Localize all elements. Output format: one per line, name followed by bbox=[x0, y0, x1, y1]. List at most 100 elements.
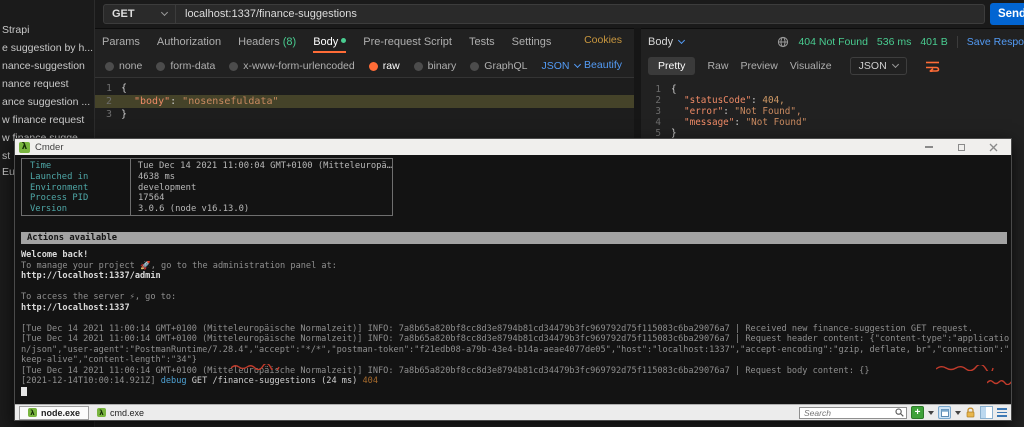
info-value: 3.0.6 (node v16.13.0) bbox=[138, 204, 250, 215]
tab-preview[interactable]: Preview bbox=[740, 60, 777, 72]
lock-icon[interactable] bbox=[965, 407, 976, 418]
line-number: 1 bbox=[105, 83, 112, 94]
log-message: GET /finance-suggestions (24 ms) bbox=[186, 376, 363, 386]
code-token: : bbox=[170, 96, 183, 107]
console-tab-node[interactable]: λ node.exe bbox=[19, 405, 90, 420]
body-modified-dot-icon bbox=[341, 38, 347, 43]
radio-icon bbox=[156, 61, 166, 71]
red-annotation-squiggle bbox=[987, 380, 1011, 385]
mode-form-data[interactable]: form-data bbox=[156, 60, 215, 72]
red-annotation-squiggle bbox=[936, 365, 994, 371]
table-column-divider bbox=[130, 159, 131, 215]
mode-none-label: none bbox=[119, 60, 143, 72]
window-mode-dropdown-icon[interactable] bbox=[955, 410, 961, 415]
red-annotation-squiggle bbox=[231, 364, 280, 370]
body-mode-selector: none form-data x-www-form-urlencoded raw… bbox=[105, 58, 581, 74]
cmder-lambda-icon: λ bbox=[19, 141, 30, 153]
response-body-select[interactable]: Body bbox=[648, 36, 686, 48]
tab-headers[interactable]: Headers (8) bbox=[238, 36, 296, 48]
tab-raw[interactable]: Raw bbox=[707, 60, 728, 72]
toggle-panel-button[interactable] bbox=[980, 406, 993, 419]
url-input[interactable]: localhost:1337/finance-suggestions bbox=[176, 8, 984, 20]
maximize-icon bbox=[957, 143, 965, 151]
terminal-line: Welcome back! bbox=[21, 250, 89, 260]
radio-icon bbox=[470, 61, 480, 71]
maximize-button[interactable] bbox=[955, 141, 967, 153]
panel-divider[interactable] bbox=[634, 28, 641, 138]
close-button[interactable] bbox=[987, 141, 999, 153]
console-tab-cmd[interactable]: λ cmd.exe bbox=[89, 406, 152, 420]
tab-settings[interactable]: Settings bbox=[512, 36, 552, 48]
method-select[interactable]: GET bbox=[104, 5, 176, 23]
actions-available-bar: Actions available bbox=[21, 232, 1007, 244]
search-box[interactable] bbox=[799, 406, 907, 419]
terminal-line: To access the server ⚡, go to: bbox=[21, 292, 177, 302]
mode-graphql[interactable]: GraphQL bbox=[470, 60, 527, 72]
globe-icon bbox=[778, 36, 789, 48]
raw-language-select[interactable]: JSON bbox=[541, 60, 581, 72]
panel-half-icon bbox=[981, 407, 986, 418]
response-size-badge[interactable]: 401 B bbox=[920, 36, 947, 48]
cookies-link[interactable]: Cookies bbox=[584, 34, 622, 46]
wrap-text-icon[interactable] bbox=[925, 60, 941, 72]
terminal-line: To manage your project 🚀, go to the admi… bbox=[21, 260, 337, 271]
mode-raw-label: raw bbox=[382, 60, 400, 72]
chevron-down-icon bbox=[891, 60, 899, 69]
search-input[interactable] bbox=[800, 407, 895, 418]
search-icon bbox=[895, 408, 904, 417]
table-row: Time Tue Dec 14 2021 11:00:04 GMT+0100 (M… bbox=[22, 161, 392, 172]
chevron-down-icon bbox=[678, 36, 686, 45]
response-language-select[interactable]: JSON bbox=[849, 57, 907, 75]
mode-binary-label: binary bbox=[427, 60, 457, 72]
save-response-link[interactable]: Save Respo bbox=[956, 36, 1024, 48]
mode-form-data-label: form-data bbox=[170, 60, 216, 72]
tab-tests[interactable]: Tests bbox=[469, 36, 495, 48]
tab-pre-request-script[interactable]: Pre-request Script bbox=[363, 36, 452, 48]
tab-body[interactable]: Body bbox=[313, 36, 347, 53]
line-number: 2 bbox=[655, 95, 661, 106]
server-url-text: http://localhost:1337 bbox=[21, 302, 130, 313]
terminal-output[interactable]: Time Tue Dec 14 2021 11:00:04 GMT+0100 (M… bbox=[15, 155, 1011, 404]
minimize-button[interactable] bbox=[923, 141, 935, 153]
mode-binary[interactable]: binary bbox=[413, 60, 457, 72]
status-badge[interactable]: 404 Not Found bbox=[798, 36, 867, 48]
radio-icon bbox=[105, 61, 114, 71]
json-value: "nosensefuldata" bbox=[182, 96, 279, 107]
beautify-link[interactable]: Beautify bbox=[584, 59, 622, 71]
line-number: 2 bbox=[105, 96, 112, 107]
code-line: 3 "error": "Not Found", bbox=[641, 106, 1024, 117]
response-body-editor[interactable]: 1{ 2 "statusCode": 404, 3 "error": "Not Fo… bbox=[641, 81, 1024, 139]
method-label: GET bbox=[112, 8, 135, 20]
send-button[interactable]: Send bbox=[990, 3, 1024, 25]
log-timestamp: [2021-12-14T10:00:14.921Z] bbox=[21, 376, 161, 386]
new-console-dropdown-icon[interactable] bbox=[928, 410, 934, 415]
window-mode-button[interactable] bbox=[938, 406, 951, 419]
mode-raw[interactable]: raw bbox=[368, 60, 400, 72]
request-body-editor[interactable]: 1{ 2 "body": "nosensefuldata" 3} bbox=[95, 77, 634, 139]
chevron-down-icon bbox=[573, 60, 581, 69]
line-number: 3 bbox=[105, 109, 112, 120]
mode-urlencoded[interactable]: x-www-form-urlencoded bbox=[229, 60, 355, 72]
new-console-button[interactable]: + bbox=[911, 406, 924, 419]
tab-params[interactable]: Params bbox=[102, 36, 140, 48]
json-key: "body" bbox=[134, 96, 171, 107]
json-key: "statusCode" bbox=[684, 95, 752, 106]
tab-authorization[interactable]: Authorization bbox=[157, 36, 221, 48]
json-value: "Not Found", bbox=[734, 106, 802, 117]
chevron-down-icon bbox=[160, 8, 169, 17]
menu-button[interactable] bbox=[997, 408, 1007, 417]
tab-visualize[interactable]: Visualize bbox=[790, 60, 832, 72]
info-value: Tue Dec 14 2021 11:00:04 GMT+0100 (Mitte… bbox=[137, 161, 392, 171]
close-icon bbox=[989, 143, 997, 151]
tab-pretty[interactable]: Pretty bbox=[648, 57, 696, 75]
code-token: { bbox=[121, 83, 128, 94]
window-titlebar[interactable]: λ Cmder bbox=[15, 139, 1011, 155]
terminal-cursor bbox=[21, 386, 27, 396]
mode-none[interactable]: none bbox=[105, 60, 142, 72]
screen: Strapi e suggestion by h... nance-sugges… bbox=[0, 0, 1024, 427]
tab-body-label: Body bbox=[313, 36, 339, 48]
response-time-badge[interactable]: 536 ms bbox=[877, 36, 911, 48]
url-field-group: GET localhost:1337/finance-suggestions bbox=[103, 4, 985, 24]
log-line: n/json","user-agent":"PostmanRuntime/7.2… bbox=[21, 344, 1010, 355]
